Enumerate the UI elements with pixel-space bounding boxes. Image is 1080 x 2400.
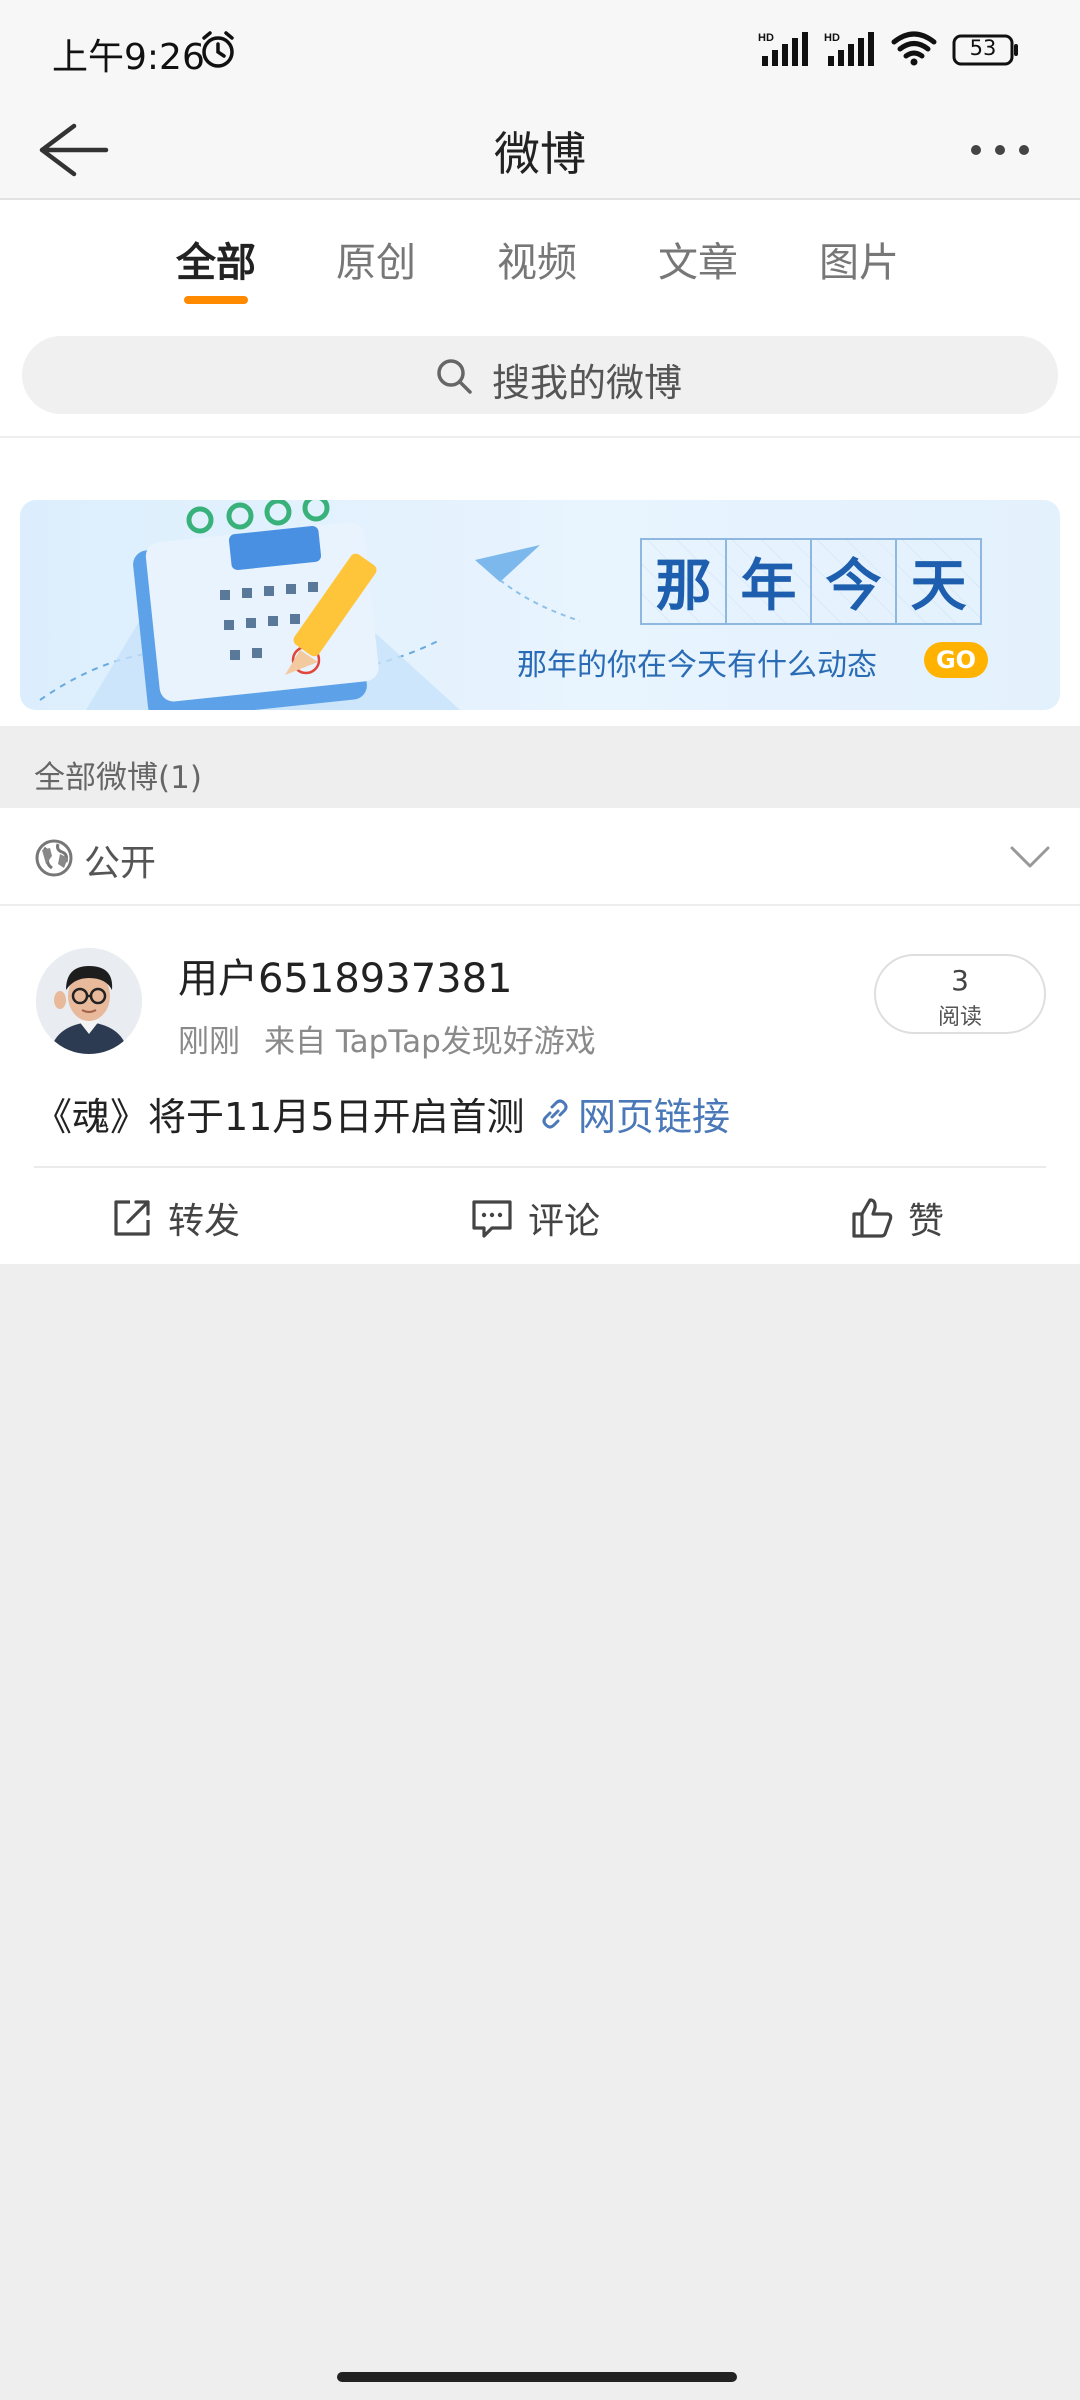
post-meta: 刚刚 来自 TapTap发现好游戏 [178, 1016, 596, 1061]
filter-label: 公开 [84, 843, 157, 884]
visibility-filter[interactable]: 公开 [0, 808, 1080, 906]
comment-label: 评论 [528, 1201, 601, 1242]
banner-title-char: 那 [640, 538, 727, 625]
battery-level: 53 [969, 36, 997, 60]
repost-icon [114, 1200, 150, 1236]
status-bar: 上午9:26 HD HD 53 [0, 0, 1080, 100]
signal-icon: HD [824, 30, 876, 70]
repost-button[interactable]: 转发 [110, 1192, 240, 1244]
web-link[interactable]: 网页链接 [538, 1086, 730, 1141]
post-card[interactable]: 用户6518937381 刚刚 来自 TapTap发现好游戏 3 阅读 《魂》将于… [0, 906, 1080, 1264]
search-area: 搜我的微博 [0, 310, 1080, 438]
title-bar: 微博 [0, 100, 1080, 200]
chevron-down-icon [1008, 842, 1052, 876]
tab-original[interactable]: 原创 [316, 230, 436, 288]
comment-button[interactable]: 评论 [470, 1192, 600, 1244]
link-label: 网页链接 [578, 1095, 731, 1139]
alarm-icon [198, 30, 238, 74]
search-placeholder: 搜我的微博 [492, 361, 683, 405]
username[interactable]: 用户6518937381 [178, 946, 513, 1004]
svg-text:HD: HD [758, 32, 774, 44]
tab-all[interactable]: 全部 [156, 230, 276, 288]
section-header: 全部微博(1) [0, 726, 1080, 808]
home-indicator[interactable] [337, 2372, 737, 2382]
page-title: 微博 [494, 127, 586, 181]
tabs-bar: 全部 原创 视频 文章 图片 [0, 200, 1080, 310]
more-button[interactable] [960, 130, 1040, 170]
banner-title-char: 天 [895, 538, 982, 625]
action-bar: 转发 评论 赞 [0, 1168, 1080, 1264]
avatar[interactable] [36, 948, 142, 1054]
signal-icon: HD [758, 30, 810, 70]
search-icon [434, 356, 474, 400]
read-count: 3 [951, 964, 969, 997]
banner-title-char: 年 [725, 538, 812, 625]
thumbs-up-icon [852, 1198, 893, 1238]
tab-article[interactable]: 文章 [638, 230, 758, 288]
go-badge[interactable]: GO [924, 642, 988, 678]
comment-icon [472, 1200, 512, 1238]
post-time: 刚刚 [178, 1024, 240, 1060]
svg-text:HD: HD [824, 32, 840, 44]
battery-icon: 53 [952, 33, 1020, 67]
tab-video[interactable]: 视频 [477, 230, 597, 288]
more-dots-icon [971, 145, 1029, 155]
read-label: 阅读 [937, 1005, 982, 1030]
calendar-illustration-icon [39, 500, 580, 710]
post-text: 《魂》将于11月5日开启首测 [34, 1095, 525, 1139]
banner-title: 那 年 今 天 [640, 538, 982, 625]
banner-title-char: 今 [810, 538, 897, 625]
tab-image[interactable]: 图片 [799, 230, 919, 288]
link-icon [542, 1099, 568, 1128]
like-button[interactable]: 赞 [850, 1192, 944, 1244]
banner-area: 那 年 今 天 那年的你在今天有什么动态 GO [0, 438, 1080, 726]
read-count-badge[interactable]: 3 阅读 [874, 954, 1046, 1034]
wifi-icon [890, 30, 938, 70]
memory-banner[interactable]: 那 年 今 天 那年的你在今天有什么动态 GO [20, 500, 1060, 710]
tab-indicator [184, 296, 248, 304]
search-input[interactable]: 搜我的微博 [22, 336, 1058, 414]
status-time: 上午9:26 [52, 37, 205, 78]
like-label: 赞 [908, 1201, 945, 1242]
repost-label: 转发 [168, 1201, 241, 1242]
banner-subtitle: 那年的你在今天有什么动态 [517, 648, 877, 683]
post-source: 来自 TapTap发现好游戏 [264, 1024, 596, 1060]
section-label: 全部微博(1) [34, 760, 202, 796]
globe-icon [34, 838, 74, 882]
